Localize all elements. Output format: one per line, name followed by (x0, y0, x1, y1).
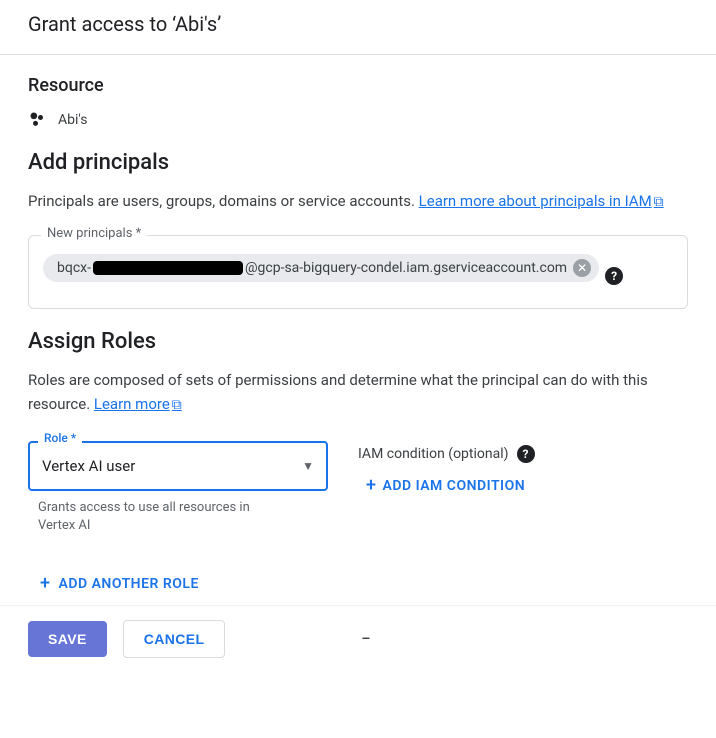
assign-roles-heading: Assign Roles (28, 329, 688, 354)
principals-description: Principals are users, groups, domains or… (28, 189, 688, 213)
new-principals-label: New principals * (41, 226, 147, 241)
cancel-button[interactable]: CANCEL (123, 620, 226, 658)
role-select[interactable]: Vertex AI user ▼ (28, 441, 328, 491)
add-iam-condition-button[interactable]: + ADD IAM CONDITION (358, 477, 658, 495)
chevron-down-icon: ▼ (302, 459, 314, 473)
role-field-label: Role * (38, 431, 82, 445)
principal-chip-prefix: bqcx- (57, 260, 91, 276)
external-link-icon: ⧉ (654, 194, 664, 210)
principal-chip: bqcx- @gcp-sa-bigquery-condel.iam.gservic… (43, 254, 599, 282)
resource-name: Abi's (58, 112, 88, 128)
resource-icon (28, 110, 48, 130)
roles-description: Roles are composed of sets of permission… (28, 368, 688, 416)
help-icon[interactable]: ? (605, 267, 623, 285)
resource-heading: Resource (28, 75, 688, 96)
role-help-text: Grants access to use all resources in Ve… (28, 491, 288, 535)
role-select-value: Vertex AI user (42, 457, 135, 475)
chip-remove-icon[interactable]: ✕ (573, 259, 591, 277)
add-principals-heading: Add principals (28, 150, 688, 175)
add-another-role-label: ADD ANOTHER ROLE (59, 576, 199, 592)
plus-icon: + (40, 575, 51, 593)
add-another-role-button[interactable]: + ADD ANOTHER ROLE (40, 575, 199, 593)
plus-icon: + (366, 477, 377, 495)
footer-dash: – (361, 631, 370, 647)
principals-description-text: Principals are users, groups, domains or… (28, 192, 419, 210)
redacted-segment (93, 261, 243, 275)
learn-more-roles-link[interactable]: Learn more⧉ (94, 395, 182, 413)
new-principals-field[interactable]: New principals * bqcx-@gcp-sa-bigquery-c… (28, 235, 688, 309)
save-button[interactable]: SAVE (28, 621, 107, 657)
page-title: Grant access to ‘Abi's’ (28, 12, 688, 36)
resource-row: Abi's (28, 110, 688, 130)
external-link-icon: ⧉ (172, 397, 182, 413)
principal-chip-suffix: @gcp-sa-bigquery-condel.iam.gserviceacco… (245, 260, 567, 276)
iam-condition-label: IAM condition (optional) (358, 446, 509, 462)
add-iam-condition-label: ADD IAM CONDITION (383, 478, 526, 494)
help-icon[interactable]: ? (517, 445, 535, 463)
learn-more-principals-link[interactable]: Learn more about principals in IAM⧉ (419, 192, 664, 210)
